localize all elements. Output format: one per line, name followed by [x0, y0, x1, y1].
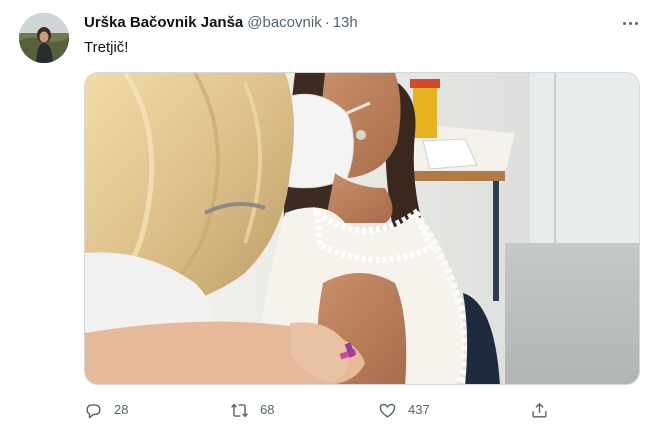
avatar[interactable]	[19, 13, 69, 63]
avatar-image	[19, 13, 69, 63]
tweet-text: Tretjič!	[84, 39, 129, 56]
timestamp[interactable]: 13h	[333, 14, 358, 31]
more-icon-dot	[628, 21, 632, 25]
like-icon	[379, 403, 396, 418]
tweet-actions: 28 68 437	[84, 398, 564, 422]
like-count: 437	[408, 402, 430, 417]
author-handle[interactable]: @bacovnik	[247, 14, 321, 31]
reply-icon	[86, 403, 101, 418]
tweet[interactable]: Urška Bačovnik Janša @bacovnik · 13h Tretji…	[0, 0, 662, 433]
author-name[interactable]: Urška Bačovnik Janša	[84, 14, 243, 31]
tweet-photo[interactable]	[84, 72, 640, 385]
share-icon	[532, 402, 547, 418]
more-icon-dot	[634, 21, 638, 25]
share-button[interactable]	[530, 398, 560, 422]
vaccination-photo	[85, 73, 639, 384]
more-options-button[interactable]	[617, 12, 643, 34]
tweet-header: Urška Bačovnik Janša @bacovnik · 13h	[84, 13, 358, 33]
separator: ·	[324, 14, 330, 31]
reply-count: 28	[114, 402, 129, 417]
more-icon	[622, 21, 626, 25]
like-button[interactable]: 437	[378, 398, 430, 422]
retweet-button[interactable]: 68	[230, 398, 274, 422]
reply-button[interactable]: 28	[84, 398, 128, 422]
retweet-icon	[231, 403, 248, 417]
retweet-count: 68	[260, 402, 275, 417]
